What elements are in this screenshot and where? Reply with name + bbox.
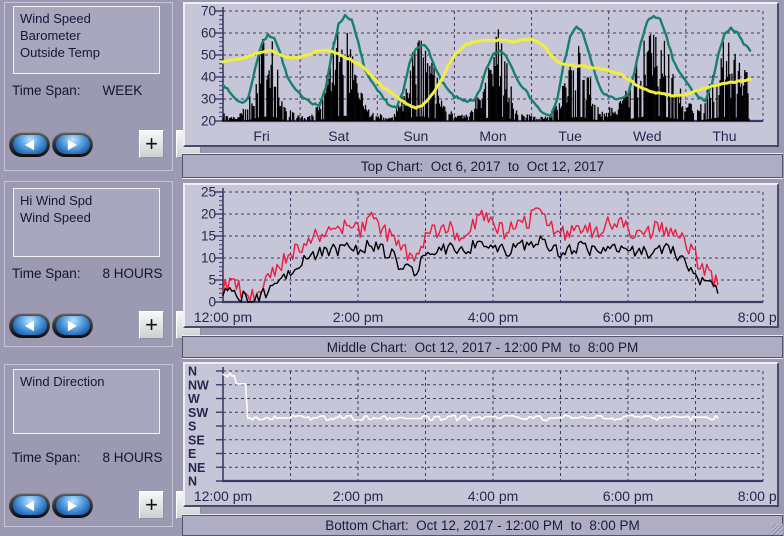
svg-text:SE: SE [188,433,205,447]
svg-text:20: 20 [201,207,216,222]
svg-text:20: 20 [201,114,216,129]
time-span-row: Time Span: WEEK [12,83,142,98]
weather-app-window: { "window": {"background": "#9b9ab2"}, "… [0,0,784,536]
bottom-chart: NNWWSWSSEENEN12:00 pm2:00 pm4:00 pm6:00 … [185,364,777,505]
plot-type-listbox[interactable]: Hi Wind Spd Wind Speed [13,188,160,257]
plot-type-option[interactable]: Wind Speed [20,10,159,27]
left-arrow-icon: ◀ [13,135,47,154]
bottom-chart-caption: Bottom Chart: Oct 12, 2017 - 12:00 PM to… [182,515,783,536]
svg-text:25: 25 [201,185,216,200]
svg-text:30: 30 [201,92,216,107]
svg-text:60: 60 [201,26,216,41]
middle-chart-panel: 25 20 15 10 5 012:00 pm 2:00 pm 4:00 pm 6:00 pm 8… [183,183,779,328]
svg-text:NE: NE [188,461,205,475]
time-span-value: 8 HOURS [103,266,163,281]
svg-text:W: W [188,392,200,406]
svg-text:40: 40 [201,70,216,85]
svg-text:N: N [188,365,197,379]
svg-text:12:00 pm: 12:00 pm [194,309,252,325]
forward-button[interactable]: ▶ [52,132,93,157]
time-span-row: Time Span: 8 HOURS [12,450,163,465]
middle-chart-caption: Middle Chart: Oct 12, 2017 - 12:00 PM to… [182,336,783,358]
plot-type-listbox[interactable]: Wind Speed Barometer Outside Temp [13,6,160,74]
right-arrow-icon: ▶ [56,135,90,154]
top-chart: 70 60 50 40 30 20 Fri Sat Sun Mon Tue Wed Thu [185,4,777,145]
svg-text:5: 5 [208,273,216,288]
back-button[interactable]: ◀ [9,493,50,518]
bottom-chart-panel: NNWWSWSSEENEN12:00 pm2:00 pm4:00 pm6:00 … [183,362,779,507]
svg-text:50: 50 [201,48,216,63]
svg-text:10: 10 [201,251,216,266]
plot-type-option[interactable]: Outside Temp [20,44,159,61]
svg-text:Wed: Wed [633,128,662,144]
time-span-value: 8 HOURS [103,450,163,465]
middle-chart: 25 20 15 10 5 012:00 pm 2:00 pm 4:00 pm 6:00 pm 8… [185,185,777,326]
plot-type-option[interactable]: Wind Speed [20,209,159,226]
resize-grip[interactable] [772,524,783,535]
svg-text:8:00 pm: 8:00 pm [738,309,777,325]
svg-text:E: E [188,447,196,461]
svg-text:Fri: Fri [253,128,269,144]
forward-button[interactable]: ▶ [52,493,93,518]
svg-text:0: 0 [208,295,216,310]
svg-text:Thu: Thu [712,128,736,144]
time-span-row: Time Span: 8 HOURS [12,266,163,281]
svg-text:Sat: Sat [328,128,349,144]
back-button[interactable]: ◀ [9,132,50,157]
svg-text:70: 70 [201,4,216,19]
right-arrow-icon: ▶ [56,316,90,335]
time-span-value: WEEK [103,83,143,98]
back-button[interactable]: ◀ [9,313,50,338]
svg-text:6:00 pm: 6:00 pm [603,488,654,504]
zoom-in-button[interactable]: + [139,311,164,339]
svg-text:Sun: Sun [403,128,428,144]
svg-text:8:00 pm: 8:00 pm [738,488,777,504]
svg-text:N: N [188,475,197,489]
top-chart-panel: 70 60 50 40 30 20 Fri Sat Sun Mon Tue Wed Thu [183,2,779,147]
zoom-in-button[interactable]: + [139,491,164,519]
time-span-label: Time Span: [12,266,81,281]
zoom-in-button[interactable]: + [139,130,164,158]
plot-type-option[interactable]: Barometer [20,27,159,44]
right-arrow-icon: ▶ [56,496,90,515]
left-arrow-icon: ◀ [13,316,47,335]
plot-type-option[interactable]: Hi Wind Spd [20,192,159,209]
svg-text:S: S [188,420,196,434]
svg-text:2:00 pm: 2:00 pm [333,309,384,325]
plot-type-option[interactable]: Wind Direction [20,373,159,390]
time-span-label: Time Span: [12,450,81,465]
svg-text:6:00 pm: 6:00 pm [603,309,654,325]
forward-button[interactable]: ▶ [52,313,93,338]
svg-text:NW: NW [188,378,209,392]
svg-text:4:00 pm: 4:00 pm [468,309,519,325]
time-span-label: Time Span: [12,83,81,98]
svg-text:SW: SW [188,406,208,420]
middle-chart-controls-group: Hi Wind Spd Wind Speed Time Span: 8 HOURS… [4,181,173,347]
plot-type-listbox[interactable]: Wind Direction [13,369,160,434]
svg-text:15: 15 [201,229,216,244]
top-chart-controls-group: Wind Speed Barometer Outside Temp Time S… [4,2,173,171]
bottom-chart-controls-group: Wind Direction Time Span:8 HOURS ◀ ▶ + − [4,364,173,527]
svg-text:4:00 pm: 4:00 pm [468,488,519,504]
svg-text:Mon: Mon [479,128,506,144]
svg-text:2:00 pm: 2:00 pm [333,488,384,504]
svg-text:Tue: Tue [558,128,582,144]
left-arrow-icon: ◀ [13,496,47,515]
svg-text:12:00 pm: 12:00 pm [194,488,252,504]
top-chart-caption: Top Chart: Oct 6, 2017 to Oct 12, 2017 [182,154,783,178]
